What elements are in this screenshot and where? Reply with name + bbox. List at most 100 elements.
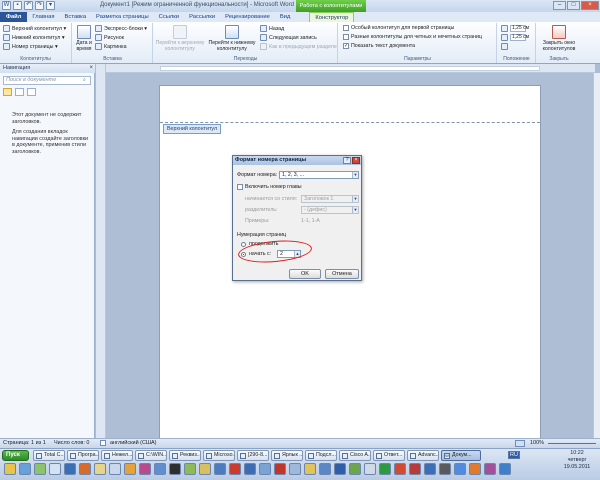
app-icon[interactable]	[259, 463, 271, 475]
minimize-button[interactable]: –	[553, 1, 566, 10]
app-icon[interactable]	[169, 463, 181, 475]
app-icon[interactable]	[229, 463, 241, 475]
tab-file[interactable]: Файл	[0, 12, 28, 22]
customize-qat-icon[interactable]: ▾	[46, 1, 55, 10]
tab-design[interactable]: Конструктор	[309, 12, 355, 22]
media-icon[interactable]	[79, 463, 91, 475]
results-view-icon[interactable]	[27, 88, 36, 96]
system-clock[interactable]: 10:22 четверг 19.05.2011	[557, 450, 597, 471]
app-icon[interactable]	[184, 463, 196, 475]
taskbar-button[interactable]: [290-8...	[237, 450, 269, 461]
monitor-icon[interactable]	[64, 463, 76, 475]
nav-search-input[interactable]: Поиск в документе ⌕	[3, 76, 91, 85]
desktop-icon[interactable]	[34, 463, 46, 475]
pages-view-icon[interactable]	[15, 88, 24, 96]
app-icon[interactable]	[454, 463, 466, 475]
include-chapter-option[interactable]: Включить номер главы	[237, 184, 302, 190]
footer-from-bottom-input[interactable]: 1,25 см	[510, 34, 529, 41]
app-icon[interactable]	[424, 463, 436, 475]
redo-icon[interactable]: ↷	[35, 1, 44, 10]
previous-button[interactable]: Назад	[260, 25, 284, 32]
taskbar-button[interactable]: Реквиз...	[169, 450, 201, 461]
clipart-button[interactable]: Картинка	[95, 43, 127, 50]
app-icon[interactable]	[349, 463, 361, 475]
ok-button[interactable]: OK	[289, 269, 321, 279]
show-document-text-option[interactable]: ✓ Показать текст документа	[343, 43, 415, 49]
app-icon[interactable]	[274, 463, 286, 475]
include-chapter-checkbox[interactable]	[237, 184, 243, 190]
picture-button[interactable]: Рисунок	[95, 34, 124, 41]
tab-page-layout[interactable]: Разметка страницы	[91, 12, 154, 22]
zoom-level[interactable]: 100%	[530, 440, 544, 446]
goto-header-button[interactable]: Перейти к верхнему колонтитулу	[155, 25, 205, 52]
outlook-icon[interactable]	[154, 463, 166, 475]
notes-icon[interactable]	[94, 463, 106, 475]
chapter-style-select[interactable]: Заголовок 1 ▼	[301, 195, 359, 203]
close-window-button[interactable]: ×	[581, 1, 599, 10]
onenote-icon[interactable]	[139, 463, 151, 475]
page-number-dropdown[interactable]: Номер страницы ▾	[3, 43, 58, 50]
tab-references[interactable]: Ссылки	[154, 12, 184, 22]
app-icon[interactable]	[289, 463, 301, 475]
ie-icon[interactable]	[19, 463, 31, 475]
dialog-close-button[interactable]: ×	[352, 157, 360, 164]
nav-pane-close-icon[interactable]: ×	[89, 65, 93, 72]
goto-footer-button[interactable]: Перейти к нижнему колонтитулу	[206, 25, 258, 52]
app-icon[interactable]	[499, 463, 511, 475]
different-odd-even-checkbox[interactable]	[343, 34, 349, 40]
different-odd-even-option[interactable]: Разные колонтитулы для четных и нечетных…	[343, 34, 482, 40]
tab-view[interactable]: Вид	[275, 12, 296, 22]
taskbar-button[interactable]: Microso...	[203, 450, 235, 461]
app-icon[interactable]	[49, 463, 61, 475]
app-icon[interactable]	[109, 463, 121, 475]
zoom-slider[interactable]	[548, 443, 596, 444]
save-icon[interactable]: ▪	[13, 1, 22, 10]
app-icon[interactable]	[304, 463, 316, 475]
taskbar-button[interactable]: Total C...	[33, 450, 65, 461]
taskbar-button[interactable]: Програ...	[67, 450, 99, 461]
show-document-text-checkbox[interactable]: ✓	[343, 43, 349, 49]
close-header-footer-button[interactable]: Закрыть окно колонтитулов	[538, 25, 580, 52]
dialog-help-button[interactable]: ?	[343, 157, 351, 164]
folder-icon[interactable]	[4, 463, 16, 475]
app-icon[interactable]	[214, 463, 226, 475]
page-count[interactable]: Страница: 1 из 1	[3, 440, 46, 446]
app-icon[interactable]	[484, 463, 496, 475]
language-indicator[interactable]: английский (США)	[110, 440, 157, 446]
different-first-page-checkbox[interactable]	[343, 25, 349, 31]
headings-view-icon[interactable]	[3, 88, 12, 96]
language-bar[interactable]: RU	[508, 451, 520, 459]
taskbar-button[interactable]: Нежел...	[101, 450, 133, 461]
app-icon[interactable]	[439, 463, 451, 475]
excel-icon[interactable]	[379, 463, 391, 475]
tab-home[interactable]: Главная	[27, 12, 59, 22]
taskbar-button[interactable]: Ярлык ...	[271, 450, 303, 461]
taskbar-button[interactable]: Подсл...	[305, 450, 337, 461]
taskbar-button-active[interactable]: W Докум...	[441, 450, 481, 461]
undo-icon[interactable]: ↶	[24, 1, 33, 10]
start-button[interactable]: Пуск	[2, 450, 29, 461]
cancel-button[interactable]: Отмена	[325, 269, 359, 279]
app-icon[interactable]	[469, 463, 481, 475]
maximize-button[interactable]: □	[567, 1, 580, 10]
tab-mailings[interactable]: Рассылки	[184, 12, 220, 22]
vertical-scrollbar[interactable]	[593, 73, 600, 438]
header-dropdown[interactable]: Верхний колонтитул ▾	[3, 25, 66, 32]
separator-select[interactable]: - (дефис) ▼	[301, 206, 359, 214]
proofing-icon[interactable]	[100, 440, 106, 446]
tab-insert[interactable]: Вставка	[60, 12, 92, 22]
link-to-previous-button[interactable]: Как в предыдущем разделе	[260, 43, 337, 50]
quick-parts-dropdown[interactable]: Экспресс-блоки ▾	[95, 25, 147, 32]
search-icon[interactable]: ⌕	[83, 78, 89, 83]
header-from-top-input[interactable]: 1,25 см	[510, 25, 529, 32]
next-button[interactable]: Следующая запись	[260, 34, 317, 41]
app-icon[interactable]	[334, 463, 346, 475]
app-icon[interactable]	[124, 463, 136, 475]
taskbar-button[interactable]: Advanc...	[407, 450, 439, 461]
taskbar-button[interactable]: C:\WIN...	[135, 450, 167, 461]
view-print-layout-icon[interactable]	[515, 440, 525, 447]
different-first-page-option[interactable]: Особый колонтитул для первой страницы	[343, 25, 454, 31]
app-icon[interactable]	[394, 463, 406, 475]
date-time-button[interactable]: Дата и время	[74, 25, 94, 52]
number-format-select[interactable]: 1, 2, 3, ... ▼	[279, 171, 359, 179]
